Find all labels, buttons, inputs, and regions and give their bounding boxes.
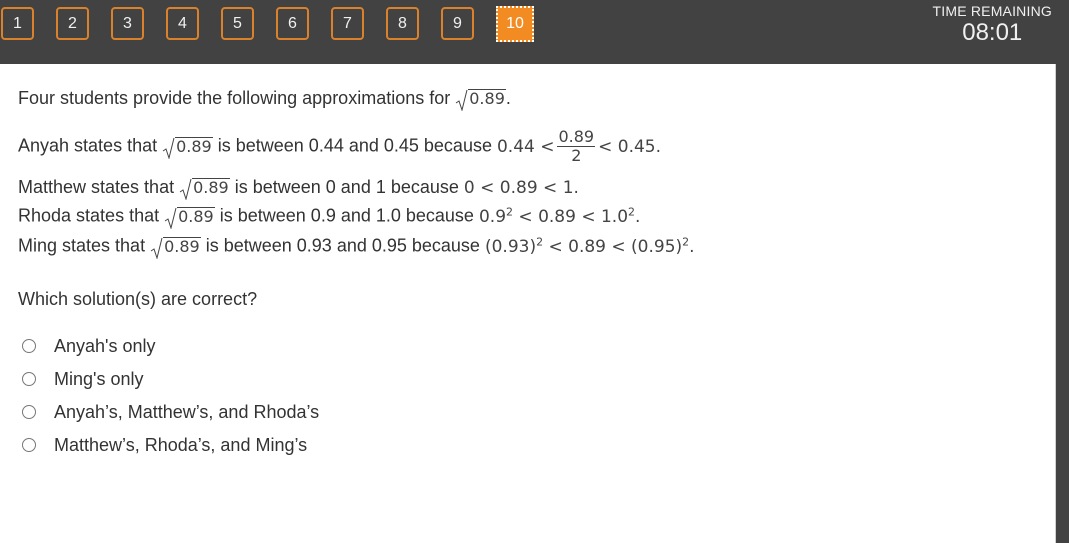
intro-text: Four students provide the following appr…: [18, 88, 451, 108]
timer: TIME REMAINING 08:01: [933, 3, 1052, 46]
question-button-9[interactable]: 9: [441, 7, 474, 40]
anyah-inequality: 0.44 <0.89 2 < 0.45.: [496, 127, 662, 165]
question-button-7[interactable]: 7: [331, 7, 364, 40]
radical-sign-icon: [179, 178, 192, 200]
sqrt-expression: 0.89: [179, 178, 230, 200]
question-button-8[interactable]: 8: [386, 7, 419, 40]
timer-label: TIME REMAINING: [932, 3, 1052, 19]
sqrt-expression: 0.89: [164, 206, 215, 229]
radical-sign-icon: [150, 237, 163, 259]
radical-sign-icon: [164, 207, 177, 229]
question-button-1[interactable]: 1: [1, 7, 34, 40]
radio-button[interactable]: [22, 372, 36, 386]
question-button-5[interactable]: 5: [221, 7, 254, 40]
answer-option-3[interactable]: Anyah’s, Matthew’s, and Rhoda’s: [22, 400, 319, 424]
timer-value: 08:01: [962, 19, 1023, 46]
radio-button[interactable]: [22, 405, 36, 419]
question-panel: Four students provide the following appr…: [0, 64, 1056, 543]
question-intro: Four students provide the following appr…: [18, 88, 511, 111]
top-bar: 1 2 3 4 5 6 7 8 9 10 TIME REMAINING 08:0…: [0, 0, 1069, 64]
question-button-2[interactable]: 2: [56, 7, 89, 40]
question-button-4[interactable]: 4: [166, 7, 199, 40]
sqrt-expression: 0.89: [162, 136, 213, 159]
answer-option-4[interactable]: Matthew’s, Rhoda’s, and Ming’s: [22, 433, 307, 457]
answer-option-2[interactable]: Ming's only: [22, 367, 143, 391]
fraction: 0.89 2: [557, 127, 596, 165]
radio-button[interactable]: [22, 438, 36, 452]
question-prompt: Which solution(s) are correct?: [18, 289, 258, 309]
ming-inequality: (0.93)2 < 0.89 < (0.95)2.: [484, 235, 695, 257]
radical-sign-icon: [455, 89, 468, 111]
question-button-3[interactable]: 3: [111, 7, 144, 40]
sqrt-expression: 0.89: [455, 89, 506, 111]
scrollbar[interactable]: [1057, 64, 1069, 543]
radio-button[interactable]: [22, 339, 36, 353]
statement-matthew: Matthew states that 0.89 is between 0 an…: [18, 177, 579, 200]
question-button-10-active[interactable]: 10: [496, 6, 534, 42]
answer-option-1[interactable]: Anyah's only: [22, 334, 156, 358]
statement-ming: Ming states that 0.89 is between 0.93 an…: [18, 235, 695, 259]
radical-sign-icon: [162, 137, 175, 159]
sqrt-expression: 0.89: [150, 236, 201, 259]
question-button-6[interactable]: 6: [276, 7, 309, 40]
statement-rhoda: Rhoda states that 0.89 is between 0.9 an…: [18, 205, 641, 229]
matthew-inequality: 0 < 0.89 < 1.: [463, 178, 579, 198]
statement-anyah: Anyah states that 0.89 is between 0.44 a…: [18, 127, 662, 165]
rhoda-inequality: 0.92 < 0.89 < 1.02.: [478, 205, 641, 227]
